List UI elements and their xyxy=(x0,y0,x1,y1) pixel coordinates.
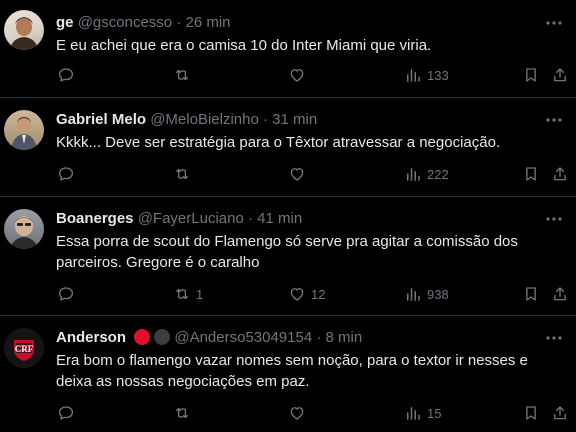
retweet-count: 1 xyxy=(196,286,204,302)
share-icon xyxy=(554,68,566,82)
author-name[interactable]: Gabriel Melo xyxy=(56,111,146,128)
retweet-button[interactable] xyxy=(173,164,196,184)
bookmark-button[interactable] xyxy=(522,164,540,184)
svg-text:CRF: CRF xyxy=(15,344,34,354)
avatar-portrait-icon xyxy=(11,117,37,150)
author-name[interactable]: Anderson xyxy=(56,329,126,346)
view-count: 222 xyxy=(427,166,449,182)
view-count: 938 xyxy=(427,286,449,302)
share-button[interactable] xyxy=(551,164,569,184)
views-chart-icon xyxy=(407,288,420,301)
avatar-portrait-icon xyxy=(10,17,38,50)
heart-icon xyxy=(290,288,304,301)
author-name[interactable]: Boanerges xyxy=(56,210,134,227)
separator-dot: · xyxy=(176,14,182,31)
reply-button[interactable] xyxy=(57,284,80,304)
more-options-icon[interactable] xyxy=(544,110,564,130)
author-handle[interactable]: @Anderso53049154 xyxy=(174,329,312,346)
bookmark-icon xyxy=(526,68,536,82)
author-name[interactable]: ge xyxy=(56,14,74,31)
separator-dot: · xyxy=(316,329,322,346)
reply-button[interactable] xyxy=(57,403,80,423)
tweet-text: Kkkk... Deve ser estratégia para o Têxto… xyxy=(56,134,501,151)
heart-icon xyxy=(290,407,304,420)
like-button[interactable] xyxy=(288,403,311,423)
like-button[interactable] xyxy=(288,164,311,184)
reply-button[interactable] xyxy=(57,65,80,85)
share-button[interactable] xyxy=(551,284,569,304)
like-button[interactable]: 12 xyxy=(288,284,325,304)
bookmark-icon xyxy=(526,167,536,181)
tweet-text: Era bom o flamengo vazar nomes sem noção… xyxy=(56,352,528,390)
tweet-text: Essa porra de scout do Flamengo só serve… xyxy=(56,233,518,271)
retweet-button[interactable] xyxy=(173,403,196,423)
reply-icon xyxy=(58,167,74,181)
retweet-icon xyxy=(176,288,188,300)
separator-dot: · xyxy=(248,210,253,227)
heart-icon xyxy=(290,69,304,82)
view-count: 133 xyxy=(427,67,449,83)
timestamp[interactable]: 41 min xyxy=(257,210,302,227)
bookmark-icon xyxy=(526,287,536,301)
views-button[interactable]: 222 xyxy=(404,164,449,184)
separator-dot: · xyxy=(263,111,268,128)
retweet-icon xyxy=(176,407,188,419)
share-icon xyxy=(554,406,566,420)
retweet-icon xyxy=(176,69,188,81)
more-options-icon[interactable] xyxy=(544,209,564,229)
avatar[interactable] xyxy=(4,209,44,249)
reply-icon xyxy=(58,287,74,301)
timestamp[interactable]: 31 min xyxy=(272,111,317,128)
tweet-text: E eu achei que era o camisa 10 do Inter … xyxy=(56,37,432,54)
author-handle[interactable]: @FayerLuciano xyxy=(138,210,244,227)
retweet-button[interactable] xyxy=(173,65,196,85)
reply-icon xyxy=(58,68,74,82)
share-icon xyxy=(554,287,566,301)
avatar[interactable] xyxy=(4,10,44,50)
black-circle-emoji xyxy=(154,329,171,345)
views-button[interactable]: 938 xyxy=(404,284,449,304)
retweet-icon xyxy=(176,168,188,180)
share-button[interactable] xyxy=(551,65,569,85)
timestamp[interactable]: 26 min xyxy=(185,14,230,31)
like-button[interactable] xyxy=(288,65,311,85)
tweet[interactable]: CRF Anderson @Anderso53049154 · 8 min Er… xyxy=(0,316,576,432)
bookmark-button[interactable] xyxy=(522,65,540,85)
reply-icon xyxy=(58,406,74,420)
author-handle[interactable]: @gsconcesso xyxy=(78,14,172,31)
share-icon xyxy=(554,167,566,181)
avatar[interactable]: CRF xyxy=(4,328,44,368)
views-chart-icon xyxy=(407,168,420,181)
bookmark-button[interactable] xyxy=(522,403,540,423)
views-chart-icon xyxy=(407,69,420,82)
flamengo-crest-icon: CRF xyxy=(4,328,44,368)
avatar-portrait-icon xyxy=(10,216,38,249)
timestamp[interactable]: 8 min xyxy=(326,329,363,346)
view-count: 15 xyxy=(427,405,442,421)
views-button[interactable]: 15 xyxy=(404,403,441,423)
more-options-icon[interactable] xyxy=(544,13,564,33)
bookmark-button[interactable] xyxy=(522,284,540,304)
bookmark-icon xyxy=(526,406,536,420)
like-count: 12 xyxy=(311,286,326,302)
more-options-icon[interactable] xyxy=(544,328,564,348)
views-chart-icon xyxy=(407,407,420,420)
retweet-button[interactable]: 1 xyxy=(173,284,203,304)
tweet[interactable]: ge @gsconcesso · 26 min E eu achei que e… xyxy=(0,0,576,98)
tweet[interactable]: Gabriel Melo @MeloBielzinho · 31 min Kkk… xyxy=(0,98,576,197)
share-button[interactable] xyxy=(551,403,569,423)
red-circle-emoji xyxy=(134,329,151,345)
author-handle[interactable]: @MeloBielzinho xyxy=(150,111,259,128)
views-button[interactable]: 133 xyxy=(404,65,449,85)
reply-button[interactable] xyxy=(57,164,80,184)
tweet[interactable]: Boanerges @FayerLuciano · 41 min Essa po… xyxy=(0,197,576,316)
heart-icon xyxy=(290,168,304,181)
avatar[interactable] xyxy=(4,110,44,150)
